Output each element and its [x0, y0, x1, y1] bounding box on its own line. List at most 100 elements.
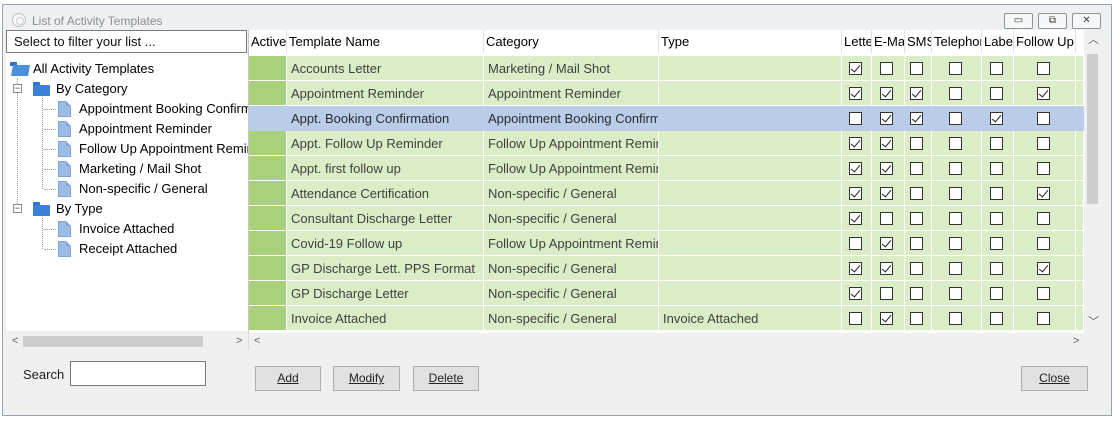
scroll-down-icon[interactable]: ﹀: [1088, 314, 1099, 331]
follow-up-checkbox[interactable]: [1037, 212, 1050, 225]
cell-category[interactable]: Non-specific / General: [484, 306, 659, 331]
sms-checkbox[interactable]: [910, 237, 923, 250]
label-checkbox[interactable]: [990, 162, 1003, 175]
cell-category[interactable]: Marketing / Mail Shot: [484, 56, 659, 81]
close-window-button[interactable]: ✕: [1072, 13, 1101, 29]
follow-up-checkbox[interactable]: [1037, 262, 1050, 275]
telephone-checkbox[interactable]: [949, 112, 962, 125]
cell-type[interactable]: [659, 206, 842, 231]
table-row[interactable]: Invoice Attached Non-specific / General In…: [249, 306, 1084, 331]
cell-type[interactable]: [659, 81, 842, 106]
label-checkbox[interactable]: [990, 87, 1003, 100]
cell-type[interactable]: [659, 131, 842, 156]
tree-item-type[interactable]: Receipt Attached: [6, 239, 248, 259]
email-checkbox[interactable]: [880, 87, 893, 100]
collapse-icon[interactable]: −: [13, 204, 22, 213]
telephone-checkbox[interactable]: [949, 162, 962, 175]
table-row[interactable]: Appt. Booking Confirmation Appointment Bo…: [249, 106, 1084, 131]
email-checkbox[interactable]: [880, 162, 893, 175]
sms-checkbox[interactable]: [910, 262, 923, 275]
table-row[interactable]: Appt. Follow Up Reminder Follow Up Appoin…: [249, 131, 1084, 156]
tree-item-by-category[interactable]: − By Category: [6, 79, 248, 99]
cell-type[interactable]: Invoice Attached: [659, 306, 842, 331]
active-cell[interactable]: [249, 181, 287, 206]
scroll-right-icon[interactable]: >: [236, 333, 242, 350]
scroll-left-icon[interactable]: <: [254, 333, 260, 350]
column-header-sms[interactable]: SMS: [905, 30, 932, 53]
sms-checkbox[interactable]: [910, 312, 923, 325]
cell-name[interactable]: Appt. Follow Up Reminder: [287, 131, 484, 156]
sms-checkbox[interactable]: [910, 137, 923, 150]
active-cell[interactable]: [249, 281, 287, 306]
minimize-button[interactable]: ▭: [1004, 13, 1033, 29]
email-checkbox[interactable]: [880, 112, 893, 125]
email-checkbox[interactable]: [880, 212, 893, 225]
label-checkbox[interactable]: [990, 262, 1003, 275]
letter-checkbox[interactable]: [849, 137, 862, 150]
modify-button[interactable]: Modify: [333, 366, 400, 391]
letter-checkbox[interactable]: [849, 237, 862, 250]
cell-name[interactable]: Appt. first follow up: [287, 156, 484, 181]
sms-checkbox[interactable]: [910, 212, 923, 225]
email-checkbox[interactable]: [880, 62, 893, 75]
table-row[interactable]: Accounts Letter Marketing / Mail Shot: [249, 56, 1084, 81]
table-row[interactable]: Attendance Certification Non-specific / G…: [249, 181, 1084, 206]
cell-type[interactable]: [659, 231, 842, 256]
sms-checkbox[interactable]: [910, 287, 923, 300]
sms-checkbox[interactable]: [910, 187, 923, 200]
telephone-checkbox[interactable]: [949, 137, 962, 150]
follow-up-checkbox[interactable]: [1037, 62, 1050, 75]
label-checkbox[interactable]: [990, 187, 1003, 200]
cell-category[interactable]: Non-specific / General: [484, 181, 659, 206]
scroll-up-icon[interactable]: ︿: [1088, 32, 1099, 49]
email-checkbox[interactable]: [880, 137, 893, 150]
cell-name[interactable]: Attendance Certification: [287, 181, 484, 206]
follow-up-checkbox[interactable]: [1037, 237, 1050, 250]
label-checkbox[interactable]: [990, 312, 1003, 325]
column-header-email[interactable]: E-Mail: [872, 30, 905, 53]
table-row[interactable]: GP Discharge Letter Non-specific / Genera…: [249, 281, 1084, 306]
cell-type[interactable]: [659, 281, 842, 306]
filter-input[interactable]: Select to filter your list ...: [6, 30, 247, 53]
table-row[interactable]: Appointment Reminder Appointment Reminder: [249, 81, 1084, 106]
letter-checkbox[interactable]: [849, 287, 862, 300]
column-header-category[interactable]: Category: [484, 30, 659, 53]
add-button[interactable]: Add: [255, 366, 321, 391]
follow-up-checkbox[interactable]: [1037, 112, 1050, 125]
follow-up-checkbox[interactable]: [1037, 87, 1050, 100]
tree-item-category[interactable]: Appointment Reminder: [6, 119, 248, 139]
sms-checkbox[interactable]: [910, 162, 923, 175]
table-row[interactable]: Covid-19 Follow up Follow Up Appointment …: [249, 231, 1084, 256]
letter-checkbox[interactable]: [849, 62, 862, 75]
grid-horizontal-scrollbar[interactable]: < >: [249, 333, 1084, 350]
restore-button[interactable]: ⧉: [1038, 13, 1067, 29]
close-button[interactable]: Close: [1021, 366, 1088, 391]
label-checkbox[interactable]: [990, 212, 1003, 225]
active-cell[interactable]: [249, 106, 287, 131]
letter-checkbox[interactable]: [849, 87, 862, 100]
scroll-right-icon[interactable]: >: [1073, 333, 1079, 350]
cell-name[interactable]: Appointment Reminder: [287, 81, 484, 106]
cell-category[interactable]: Appointment Reminder: [484, 81, 659, 106]
telephone-checkbox[interactable]: [949, 87, 962, 100]
letter-checkbox[interactable]: [849, 187, 862, 200]
telephone-checkbox[interactable]: [949, 237, 962, 250]
active-cell[interactable]: [249, 306, 287, 331]
tree-item-by-type[interactable]: − By Type: [6, 199, 248, 219]
sms-checkbox[interactable]: [910, 87, 923, 100]
label-checkbox[interactable]: [990, 137, 1003, 150]
letter-checkbox[interactable]: [849, 312, 862, 325]
cell-name[interactable]: Accounts Letter: [287, 56, 484, 81]
table-row[interactable]: Consultant Discharge Letter Non-specific …: [249, 206, 1084, 231]
sms-checkbox[interactable]: [910, 62, 923, 75]
cell-type[interactable]: [659, 256, 842, 281]
email-checkbox[interactable]: [880, 187, 893, 200]
letter-checkbox[interactable]: [849, 112, 862, 125]
column-header-follow-up[interactable]: Follow Up: [1014, 30, 1076, 53]
active-cell[interactable]: [249, 231, 287, 256]
email-checkbox[interactable]: [880, 237, 893, 250]
tree-item-all-templates[interactable]: All Activity Templates: [6, 59, 248, 79]
tree-item-type[interactable]: Invoice Attached: [6, 219, 248, 239]
cell-category[interactable]: Follow Up Appointment Reminder: [484, 156, 659, 181]
telephone-checkbox[interactable]: [949, 212, 962, 225]
